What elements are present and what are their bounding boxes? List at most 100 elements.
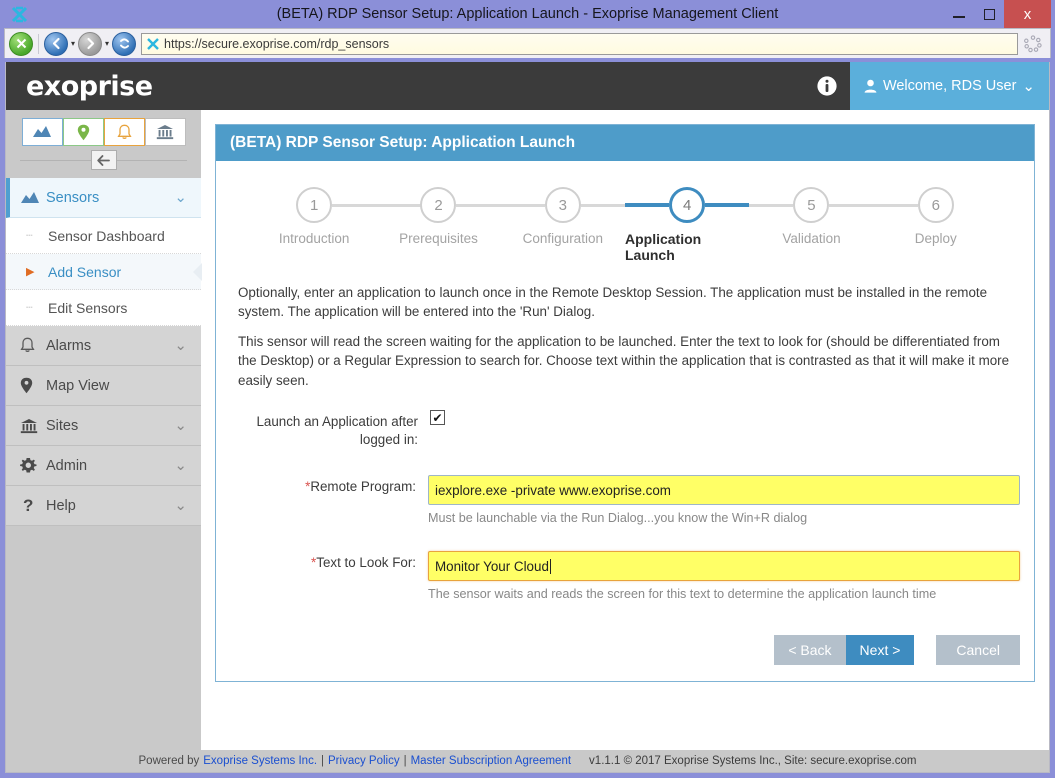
wizard-step-validation[interactable]: 5 Validation: [749, 187, 874, 246]
next-button[interactable]: Next >: [845, 635, 915, 666]
chevron-down-icon: ⌄: [174, 336, 187, 354]
wizard-step-configuration[interactable]: 3 Configuration: [500, 187, 625, 246]
map-pin-icon[interactable]: [62, 118, 104, 146]
page-viewport: exoprise Welcome, RDS User ⌄ Sensors ⌄ ┄…: [5, 62, 1050, 773]
sidebar-item-label: Help: [46, 497, 76, 514]
remote-program-input[interactable]: iexplore.exe -private www.exoprise.com: [428, 475, 1020, 506]
selected-marker-icon: ▶: [26, 266, 35, 278]
footer-separator: |: [403, 755, 407, 767]
map-pin-icon: [20, 377, 46, 394]
footer-msa-link[interactable]: Master Subscription Agreement: [411, 755, 571, 767]
step-caption: Application Launch: [624, 231, 702, 263]
step-number: 2: [420, 187, 457, 223]
sidebar-subitem-label: Sensor Dashboard: [48, 227, 165, 244]
address-bar-url[interactable]: https://secure.exoprise.com/rdp_sensors: [164, 37, 389, 51]
wizard-step-deploy[interactable]: 6 Deploy: [873, 187, 998, 246]
sidebar-item-map-view[interactable]: Map View: [6, 366, 201, 406]
step-caption: Validation: [782, 231, 841, 246]
back-button[interactable]: < Back: [774, 635, 846, 666]
wizard-stepper: 1 Introduction 2 Prerequisites 3 Configu…: [230, 177, 1020, 269]
chevron-down-icon: ⌄: [174, 456, 187, 474]
close-button[interactable]: x: [1004, 0, 1051, 28]
header-right: Welcome, RDS User ⌄: [804, 62, 1049, 110]
sidebar-item-sites[interactable]: Sites ⌄: [6, 406, 201, 446]
bell-icon[interactable]: [103, 118, 145, 146]
chevron-down-icon: ⌄: [174, 188, 187, 206]
check-icon: ✔: [432, 410, 443, 425]
sidebar-icon-bar: [6, 110, 201, 146]
gear-icon: [20, 457, 46, 474]
exoprise-x-favicon: [147, 37, 159, 50]
page-title: (BETA) RDP Sensor Setup: Application Lau…: [216, 125, 1034, 161]
text-cursor: [549, 558, 551, 574]
question-icon: ?: [23, 495, 34, 515]
step-caption: Prerequisites: [399, 231, 478, 246]
sidebar-item-label: Sensors: [46, 189, 100, 206]
step-caption: Configuration: [522, 231, 603, 246]
text-to-look-for-label-text: Text to Look For:: [316, 555, 416, 571]
sidebar-item-label: Sites: [46, 417, 79, 434]
wizard-step-prerequisites[interactable]: 2 Prerequisites: [376, 187, 501, 246]
sidebar-subitem-add-sensor[interactable]: ▶ Add Sensor: [6, 254, 202, 290]
forward-arrow-icon[interactable]: [78, 31, 103, 56]
text-to-look-for-input[interactable]: Monitor Your Cloud: [428, 551, 1020, 582]
wizard-step-introduction[interactable]: 1 Introduction: [252, 187, 377, 246]
sidebar-item-help[interactable]: ? Help ⌄: [6, 486, 201, 526]
footer-privacy-policy-link[interactable]: Privacy Policy: [328, 755, 400, 767]
wizard-panel: (BETA) RDP Sensor Setup: Application Lau…: [215, 124, 1035, 683]
step-number: 4: [669, 187, 706, 223]
title-bar: (BETA) RDP Sensor Setup: Application Lau…: [4, 0, 1051, 28]
application-launch-form: Launch an Application after logged in: ✔…: [230, 410, 1020, 666]
bank-icon[interactable]: [144, 118, 186, 146]
remote-program-label: *Remote Program:: [230, 475, 428, 496]
cancel-button[interactable]: Cancel: [936, 635, 1020, 666]
user-menu[interactable]: Welcome, RDS User ⌄: [849, 62, 1049, 110]
minimize-button[interactable]: [944, 0, 974, 28]
chart-icon[interactable]: [21, 118, 63, 146]
back-dropdown-caret-icon[interactable]: ▾: [70, 39, 76, 48]
form-row-remote-program: *Remote Program: iexplore.exe -private w…: [230, 475, 1020, 525]
sidebar-subitem-sensor-dashboard[interactable]: ┄ Sensor Dashboard: [6, 218, 201, 254]
step-caption: Introduction: [278, 231, 350, 246]
welcome-label: Welcome, RDS User: [882, 78, 1017, 94]
page-footer: Powered by Exoprise Systems Inc. | Priva…: [6, 750, 1049, 772]
wizard-step-application-launch[interactable]: 4 Application Launch: [624, 187, 750, 263]
text-to-look-for-hint: The sensor waits and reads the screen fo…: [428, 587, 937, 602]
chevron-down-icon: ⌄: [1022, 77, 1035, 95]
window-controls: x: [944, 0, 1051, 28]
browser-toolbar: ▾ ▾ https://secure.exoprise.com/rdp_sens…: [4, 28, 1051, 58]
remote-program-label-text: Remote Program:: [310, 479, 416, 495]
sidebar-item-admin[interactable]: Admin ⌄: [6, 446, 201, 486]
home-x-icon[interactable]: [9, 31, 33, 56]
refresh-icon[interactable]: [112, 31, 137, 56]
chevron-down-icon: ⌄: [174, 496, 187, 514]
body-row: Sensors ⌄ ┄ Sensor Dashboard ▶ Add Senso…: [6, 110, 1049, 750]
sidebar-subitem-label: Add Sensor: [48, 263, 122, 280]
user-icon: [864, 79, 877, 93]
description-paragraph-1: Optionally, enter an application to laun…: [238, 285, 988, 320]
wizard-body: 1 Introduction 2 Prerequisites 3 Configu…: [216, 161, 1034, 681]
sidebar-subitem-edit-sensors[interactable]: ┄ Edit Sensors: [6, 290, 201, 326]
form-row-text-to-look-for: *Text to Look For: Monitor Your Cloud Th…: [230, 551, 1020, 601]
launch-app-checkbox[interactable]: ✔: [430, 410, 445, 426]
exoprise-logo: exoprise: [26, 70, 153, 102]
step-caption: Deploy: [914, 231, 957, 246]
back-arrow-icon[interactable]: [44, 31, 68, 56]
sidebar-item-alarms[interactable]: Alarms ⌄: [6, 326, 201, 366]
info-icon[interactable]: [804, 62, 850, 110]
footer-powered-by: Powered by: [138, 755, 200, 767]
forward-dropdown-caret-icon[interactable]: ▾: [104, 39, 110, 48]
step-number: 3: [544, 187, 581, 223]
sidebar-item-sensors[interactable]: Sensors ⌄: [6, 178, 201, 218]
gear-icon[interactable]: [1020, 34, 1046, 53]
form-row-launch-checkbox: Launch an Application after logged in: ✔: [230, 410, 1020, 449]
bell-icon: [20, 337, 46, 354]
description-paragraph-2: This sensor will read the screen waiting…: [238, 333, 1010, 388]
maximize-button[interactable]: [974, 0, 1004, 28]
sidebar-nav: Sensors ⌄ ┄ Sensor Dashboard ▶ Add Senso…: [6, 178, 202, 526]
collapse-sidebar-button[interactable]: [90, 150, 117, 170]
footer-separator: |: [321, 755, 325, 767]
address-bar[interactable]: https://secure.exoprise.com/rdp_sensors: [141, 32, 1018, 55]
window-title: (BETA) RDP Sensor Setup: Application Lau…: [276, 6, 779, 22]
footer-company-link[interactable]: Exoprise Systems Inc.: [203, 755, 317, 767]
